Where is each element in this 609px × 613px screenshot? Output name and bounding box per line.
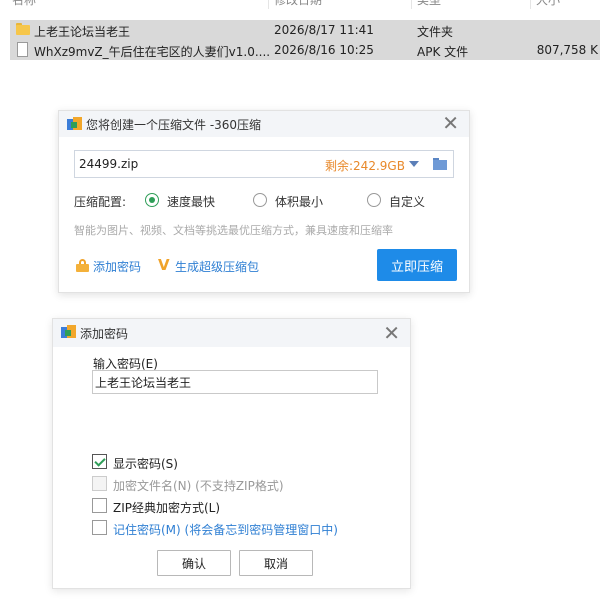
radio-circle[interactable]: [145, 193, 159, 207]
column-divider[interactable]: [530, 0, 531, 9]
compress-hint: 智能为图片、视频、文档等挑选最优压缩方式，兼具速度和压缩率: [74, 224, 393, 237]
chevron-down-icon[interactable]: [409, 161, 419, 167]
360-zip-icon: [61, 325, 76, 339]
add-password-label: 添加密码: [93, 260, 142, 274]
column-divider[interactable]: [268, 0, 269, 9]
file-size: 807,758 K: [536, 43, 598, 57]
lock-icon: [76, 259, 89, 272]
radio-circle[interactable]: [253, 193, 267, 207]
column-header-type[interactable]: 类型: [417, 0, 441, 8]
column-header-name[interactable]: 名称: [12, 0, 36, 8]
compress-dialog-titlebar[interactable]: 您将创建一个压缩文件 -360压缩 ✕: [59, 111, 469, 137]
radio-label: 自定义: [389, 195, 426, 209]
checkbox-label: 加密文件名(N) (不支持ZIP格式): [113, 479, 284, 493]
free-space-label: 剩余:242.9GB: [325, 159, 405, 173]
column-divider[interactable]: [411, 0, 412, 9]
file-type: 文件夹: [417, 25, 454, 39]
file-icon: [17, 42, 28, 57]
password-input[interactable]: [92, 370, 378, 394]
radio-circle[interactable]: [367, 193, 381, 207]
folder-icon: [16, 23, 30, 35]
file-row[interactable]: 上老王论坛当老王 2026/8/17 11:41 文件夹: [10, 20, 600, 40]
super-pack-label: 生成超级压缩包: [175, 260, 260, 274]
password-dialog-titlebar[interactable]: 添加密码 ✕: [53, 319, 410, 347]
add-password-dialog: 添加密码 ✕ 输入密码(E) 显示密码(S) 加密文件名(N) (不支持ZIP格…: [52, 318, 411, 589]
archive-name-input[interactable]: [79, 156, 279, 172]
radio-label: 速度最快: [167, 195, 216, 209]
close-icon[interactable]: ✕: [442, 112, 459, 134]
v-badge-icon: V: [158, 256, 170, 274]
checkbox-box[interactable]: [92, 476, 107, 491]
column-header-date[interactable]: 修改日期: [274, 0, 322, 8]
radio-label: 体积最小: [275, 195, 324, 209]
browse-folder-icon[interactable]: [433, 158, 447, 170]
checkbox-label: ZIP经典加密方式(L): [113, 501, 221, 515]
file-name: 上老王论坛当老王: [34, 25, 131, 39]
file-name: WhXz9mvZ_午后住在宅区的人妻们v1.0....: [34, 45, 271, 59]
checkbox-box[interactable]: [92, 454, 107, 469]
output-path-box: 剩余:242.9GB: [74, 150, 454, 178]
file-date: 2026/8/17 11:41: [274, 23, 374, 37]
file-list: 名称 修改日期 类型 大小 上老王论坛当老王 2026/8/17 11:41 文…: [0, 0, 609, 62]
screen: 名称 修改日期 类型 大小 上老王论坛当老王 2026/8/17 11:41 文…: [0, 0, 609, 613]
checkbox-box[interactable]: [92, 498, 107, 513]
column-header-size[interactable]: 大小: [536, 0, 560, 8]
file-type: APK 文件: [417, 45, 469, 59]
checkbox-label: 记住密码(M) (将会备忘到密码管理窗口中): [113, 523, 338, 537]
compress-config-row: 压缩配置: 速度最快 体积最小 自定义: [74, 192, 454, 210]
checkbox-box[interactable]: [92, 520, 107, 535]
file-date: 2026/8/16 10:25: [274, 43, 374, 57]
compress-dialog: 您将创建一个压缩文件 -360压缩 ✕ 剩余:242.9GB 压缩配置: 速度最…: [58, 110, 470, 293]
dialog-title: 您将创建一个压缩文件 -360压缩: [86, 118, 262, 132]
compress-now-button[interactable]: 立即压缩: [377, 249, 457, 281]
checkbox-label: 显示密码(S): [113, 457, 178, 471]
360-zip-icon: [67, 117, 82, 131]
cancel-button[interactable]: 取消: [239, 550, 313, 576]
close-icon[interactable]: ✕: [383, 322, 400, 344]
config-label: 压缩配置:: [74, 195, 127, 209]
file-row[interactable]: WhXz9mvZ_午后住在宅区的人妻们v1.0.... 2026/8/16 10…: [10, 40, 600, 60]
dialog-title: 添加密码: [80, 327, 129, 341]
file-list-header: 名称 修改日期 类型 大小: [0, 0, 609, 11]
confirm-button[interactable]: 确认: [157, 550, 231, 576]
